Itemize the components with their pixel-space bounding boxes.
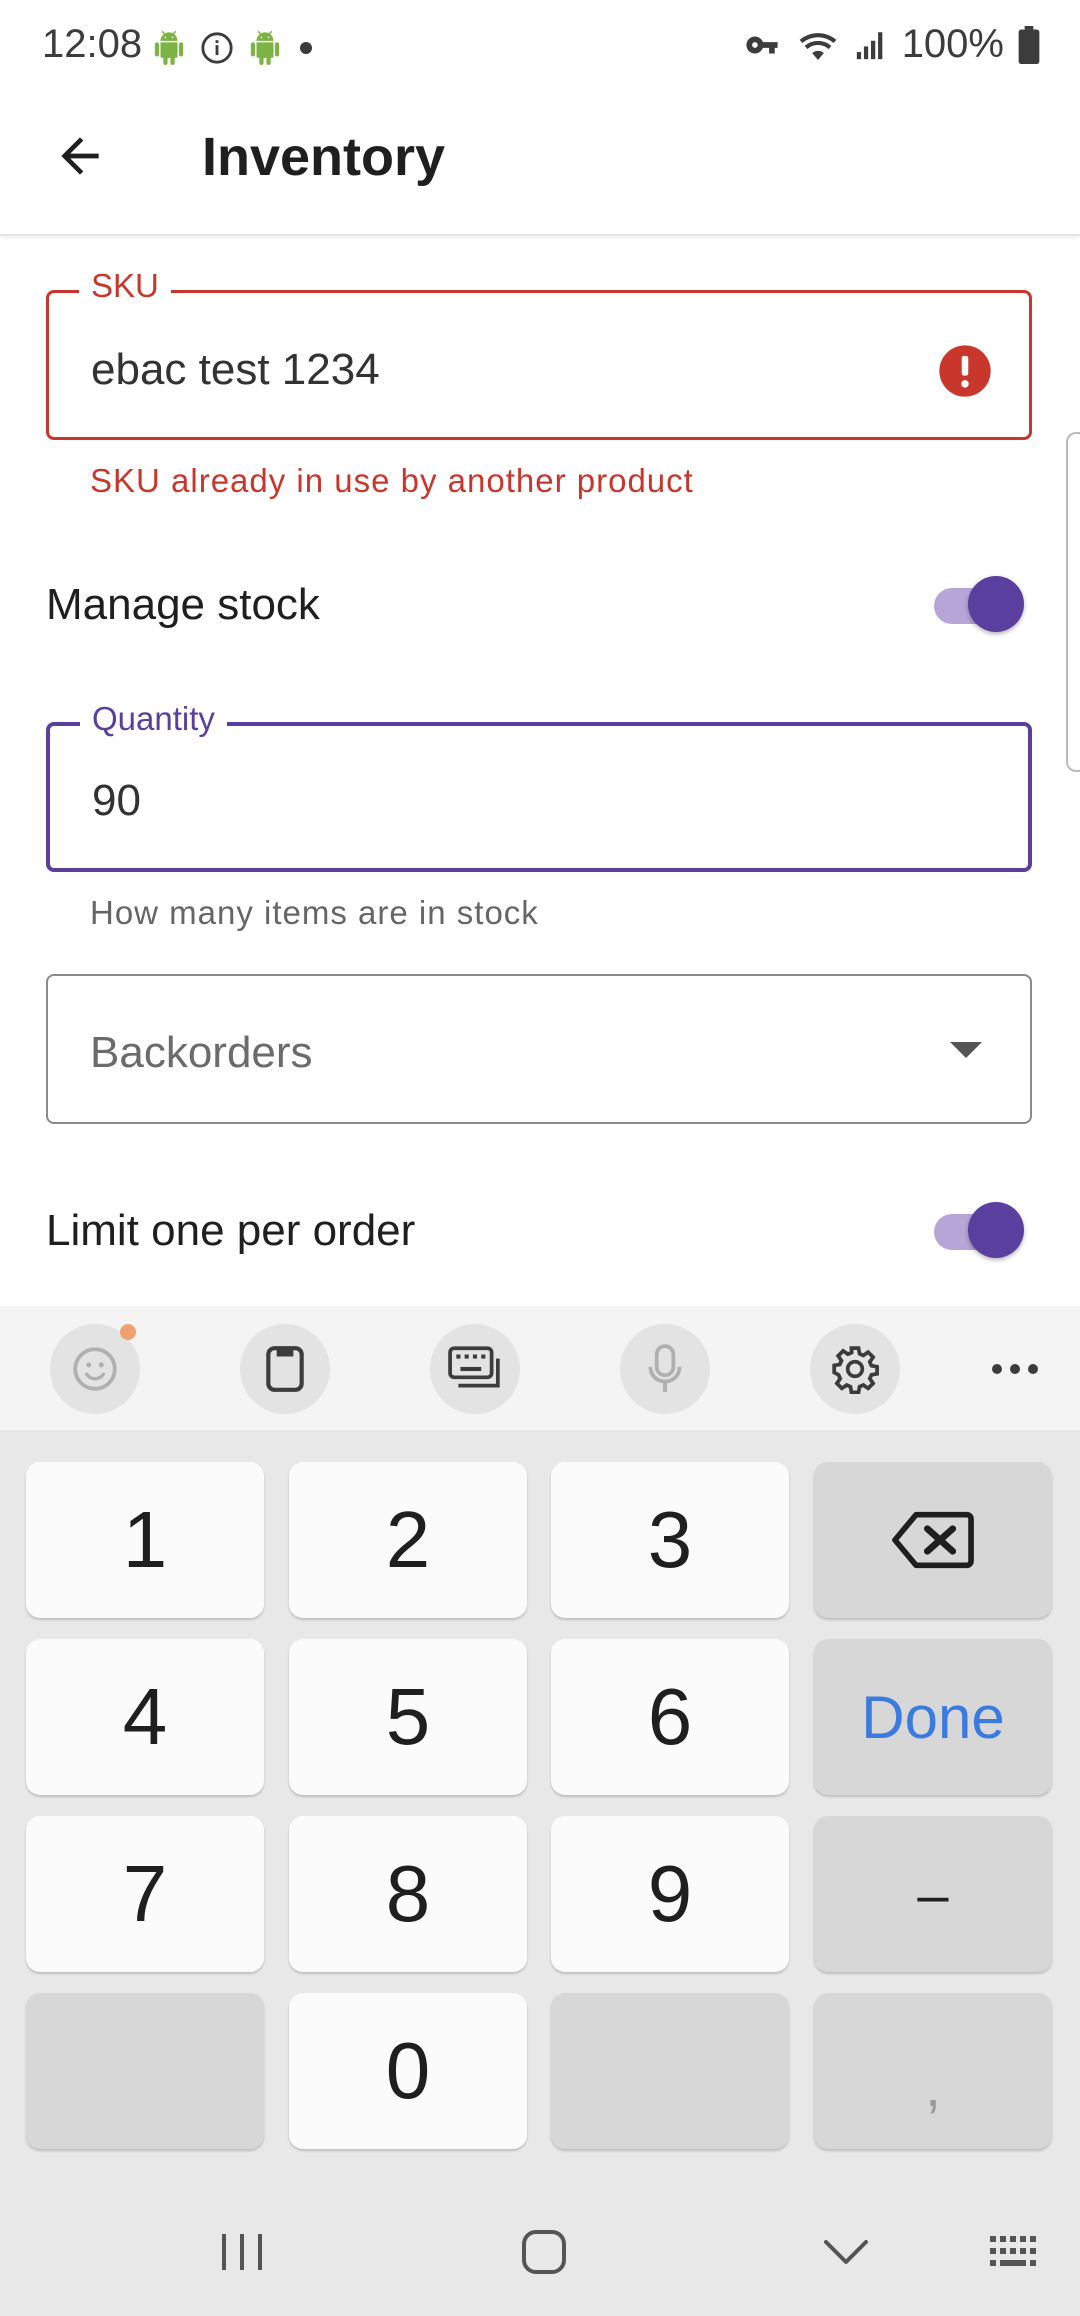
dot-icon [300, 42, 312, 54]
switch-thumb [968, 576, 1024, 632]
key-4[interactable]: 4 [26, 1639, 264, 1795]
comma-key[interactable]: , [814, 1993, 1052, 2149]
home-icon [522, 2230, 566, 2274]
key-8[interactable]: 8 [289, 1816, 527, 1972]
voice-input-button[interactable] [620, 1324, 710, 1414]
mic-icon [648, 1344, 682, 1392]
keyboard-switch-icon [990, 2236, 1036, 2266]
error-icon [939, 345, 991, 397]
keyboard-settings-button[interactable] [810, 1324, 900, 1414]
backorders-placeholder: Backorders [90, 1028, 313, 1077]
clipboard-icon [266, 1346, 304, 1392]
sku-error-text: SKU already in use by another product [90, 462, 694, 499]
key-6[interactable]: 6 [551, 1639, 789, 1795]
app-bar [0, 92, 1080, 236]
sku-value: ebac test 1234 [91, 345, 380, 394]
vpn-key-icon [746, 36, 778, 53]
emoji-button[interactable] [50, 1324, 140, 1414]
info-icon [201, 32, 233, 64]
sku-label: SKU [79, 267, 171, 305]
numeric-keyboard: 1 2 3 4 5 6 Done 7 8 9 – 0 , [0, 1430, 1080, 2182]
navigation-bar [0, 2182, 1080, 2316]
home-button[interactable] [504, 2212, 584, 2292]
backspace-key[interactable] [814, 1462, 1052, 1618]
status-system-icons: 100% [742, 22, 1040, 67]
empty-key-left [26, 1993, 264, 2149]
scroll-indicator[interactable] [1066, 432, 1080, 772]
status-time: 12:08 [42, 22, 143, 66]
more-icon [992, 1364, 1038, 1374]
key-7[interactable]: 7 [26, 1816, 264, 1972]
manage-stock-switch[interactable] [932, 572, 1024, 632]
keyboard-mode-icon [448, 1346, 500, 1388]
sku-field[interactable]: SKU ebac test 1234 [46, 267, 1032, 440]
key-2[interactable]: 2 [289, 1462, 527, 1618]
emoji-notification-dot [120, 1324, 136, 1340]
key-3[interactable]: 3 [551, 1462, 789, 1618]
recents-button[interactable] [202, 2212, 282, 2292]
switch-thumb [968, 1202, 1024, 1258]
emoji-icon [73, 1347, 117, 1391]
quantity-label: Quantity [80, 700, 227, 738]
status-notification-icons [152, 28, 316, 68]
clipboard-button[interactable] [240, 1324, 330, 1414]
back-button[interactable] [44, 120, 116, 192]
key-9[interactable]: 9 [551, 1816, 789, 1972]
wifi-icon [799, 32, 837, 60]
key-0[interactable]: 0 [289, 1993, 527, 2149]
keyboard-toolbar [0, 1306, 1080, 1430]
keyboard-mode-button[interactable] [430, 1324, 520, 1414]
more-options-button[interactable] [970, 1324, 1060, 1414]
minus-key[interactable]: – [814, 1816, 1052, 1972]
hide-keyboard-icon [824, 2240, 868, 2264]
backspace-icon [892, 1511, 974, 1569]
backorders-dropdown[interactable]: Backorders [46, 974, 1032, 1124]
android-icon [154, 31, 184, 65]
quantity-field[interactable]: Quantity 90 [46, 700, 1032, 872]
android-icon [250, 31, 280, 65]
battery-percent: 100% [901, 22, 1004, 66]
settings-icon [832, 1346, 879, 1394]
dropdown-arrow-icon [950, 1042, 982, 1058]
page-title: Inventory [202, 127, 446, 187]
key-1[interactable]: 1 [26, 1462, 264, 1618]
signal-icon [856, 31, 883, 59]
manage-stock-label: Manage stock [46, 580, 320, 629]
hide-keyboard-button[interactable] [806, 2212, 886, 2292]
keyboard-switch-button[interactable] [976, 2212, 1056, 2292]
quantity-helper-text: How many items are in stock [90, 894, 539, 931]
empty-key-right [551, 1993, 789, 2149]
recents-icon [222, 2234, 262, 2270]
quantity-value: 90 [92, 776, 141, 825]
arrow-back-icon [61, 137, 99, 175]
limit-one-switch[interactable] [932, 1198, 1024, 1258]
limit-one-label: Limit one per order [46, 1206, 416, 1255]
done-key[interactable]: Done [814, 1639, 1052, 1795]
battery-icon [1018, 25, 1040, 64]
key-5[interactable]: 5 [289, 1639, 527, 1795]
